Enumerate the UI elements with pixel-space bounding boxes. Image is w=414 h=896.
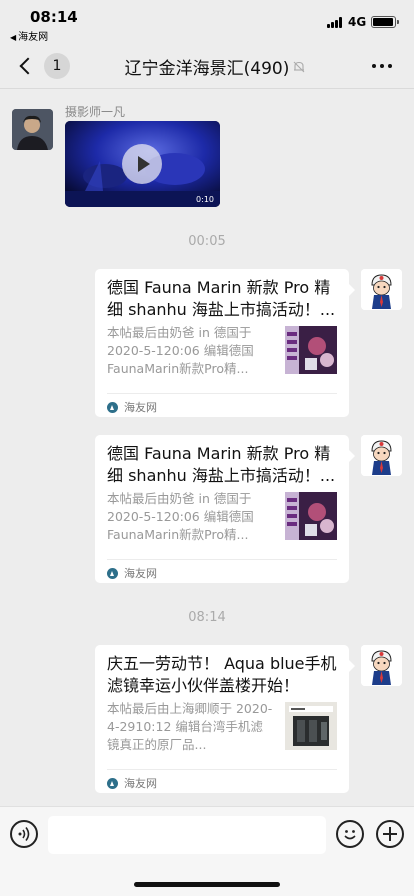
card-source: 海友网 [107,775,157,791]
card-title: 庆五一劳动节！ Aqua blue手机滤镜幸运小伙伴盖楼开始！ [107,654,337,695]
bubble-tail [349,660,355,672]
plus-icon[interactable] [376,820,404,848]
more-options-button[interactable] [366,52,398,80]
card-title: 德国 Fauna Marin 新款 Pro 精细 shanhu 海盐上市搞活动！… [107,444,336,485]
source-logo-icon [107,401,118,413]
card-source-label: 海友网 [124,567,157,580]
mute-bell-icon [293,61,305,73]
chevron-left-icon [19,57,37,75]
back-button[interactable]: 1 [12,52,72,80]
card-description: 本帖最后由奶爸 in 德国于 2020-5-120:06 编辑德国 FaunaM… [107,325,254,376]
message-input[interactable] [48,816,326,854]
avatar[interactable] [12,109,53,150]
timestamp: 08:14 [188,610,226,625]
header-divider [0,88,414,89]
card-thumbnail [285,492,337,540]
voice-input-button[interactable] [10,820,38,848]
card-divider [107,393,337,394]
bubble-tail [349,450,355,462]
back-app-label: 海友网 [18,32,49,43]
card-divider [107,559,337,560]
status-time: 08:14 [30,8,78,26]
card-description: 本帖最后由奶爸 in 德国于 2020-5-120:06 编辑德国 FaunaM… [107,491,254,542]
avatar[interactable] [361,645,402,686]
sender-name: 摄影师一凡 [65,105,126,119]
card-description: 本帖最后由上海卿顺于 2020-4-2910:12 编辑台湾手机滤镜真正的原厂品… [107,701,273,752]
smiley-icon [344,830,356,840]
link-card[interactable]: 庆五一劳动节！ Aqua blue手机滤镜幸运小伙伴盖楼开始！ 本帖最后由上海卿… [95,645,355,793]
back-to-app-link[interactable]: ◀ 海友网 [10,28,48,43]
card-source: 海友网 [107,565,157,581]
timestamp: 00:05 [188,234,226,249]
status-bar: 08:14 ◀ 海友网 4G [0,0,414,44]
play-icon[interactable] [122,144,162,184]
source-logo-icon [107,777,118,789]
video-message[interactable]: 0:10 [65,121,220,207]
card-source-label: 海友网 [124,777,157,790]
network-type: 4G [348,15,367,29]
card-thumbnail [285,702,337,750]
card-source: 海友网 [107,399,157,415]
link-card[interactable]: 德国 Fauna Marin 新款 Pro 精细 shanhu 海盐上市搞活动！… [95,435,355,583]
card-title: 德国 Fauna Marin 新款 Pro 精细 shanhu 海盐上市搞活动！… [107,278,336,319]
video-duration: 0:10 [196,195,214,204]
avatar[interactable] [361,269,402,310]
emoji-button[interactable] [336,820,364,848]
source-logo-icon [107,567,118,579]
voice-icon [18,827,30,841]
chat-header: 1 辽宁金洋海景汇(490) [0,44,414,88]
card-divider [107,769,337,770]
chat-title: 辽宁金洋海景汇(490) [124,59,290,79]
unread-count-badge: 1 [44,53,70,79]
bubble-tail [349,284,355,296]
avatar[interactable] [361,435,402,476]
home-indicator [134,882,280,887]
card-source-label: 海友网 [124,401,157,414]
card-thumbnail [285,326,337,374]
link-card[interactable]: 德国 Fauna Marin 新款 Pro 精细 shanhu 海盐上市搞活动！… [95,269,355,417]
signal-icon [327,17,343,28]
back-triangle-icon: ◀ [10,33,17,42]
battery-icon [371,16,399,28]
